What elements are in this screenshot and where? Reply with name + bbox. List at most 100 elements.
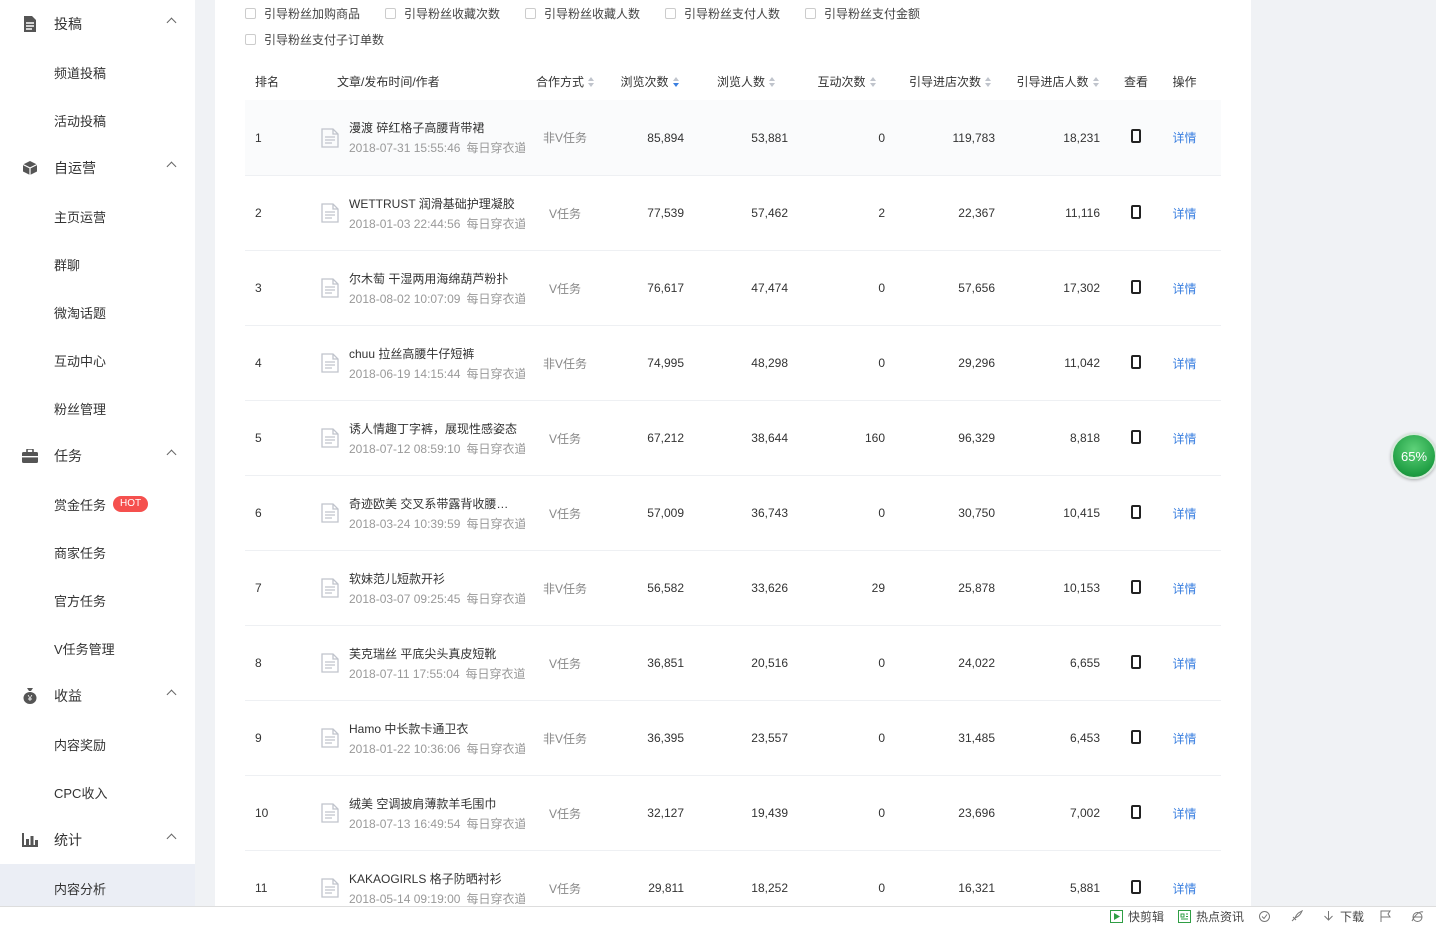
header-store-visitors[interactable]: 引导进店人数 (1005, 73, 1110, 90)
article-title[interactable]: 诱人情趣丁字裤，展现性感姿态 (349, 420, 517, 437)
filter-option[interactable]: 引导粉丝支付人数 (665, 5, 805, 22)
filter-option[interactable]: 引导粉丝收藏人数 (525, 5, 665, 22)
detail-link[interactable]: 详情 (1172, 807, 1196, 821)
article-cell[interactable]: 诱人情趣丁字裤，展现性感姿态 2018-07-12 08:59:10 每日穿衣道 (299, 420, 525, 457)
sidebar-group[interactable]: ¥ 收益 (0, 672, 195, 720)
sidebar-item[interactable]: 官方任务 (0, 576, 195, 624)
detail-link[interactable]: 详情 (1172, 131, 1196, 145)
checkbox[interactable] (245, 33, 256, 45)
article-cell[interactable]: chuu 拉丝高腰牛仔短裤 2018-06-19 14:15:44 每日穿衣道 (299, 345, 525, 382)
article-cell[interactable]: Hamo 中长款卡通卫衣 2018-01-22 10:36:06 每日穿衣道 (299, 720, 525, 757)
sort-desc-icon[interactable] (672, 77, 679, 88)
article-cell[interactable]: 软妹范儿短款开衫 2018-03-07 09:25:45 每日穿衣道 (299, 570, 525, 607)
sidebar-item[interactable]: CPC收入 (0, 768, 195, 816)
article-cell[interactable]: 尔木萄 干湿两用海绵葫芦粉扑 2018-08-02 10:07:09 每日穿衣道 (299, 270, 525, 307)
chevron-up-icon[interactable] (166, 833, 177, 844)
statusbar-item[interactable] (1410, 910, 1428, 924)
header-views[interactable]: 浏览次数 (605, 73, 694, 90)
sidebar-item[interactable]: 微淘话题 (0, 288, 195, 336)
statusbar-item[interactable] (1290, 910, 1308, 924)
sidebar-group[interactable]: 自运营 (0, 144, 195, 192)
sidebar-item[interactable]: 内容分析 (0, 864, 195, 912)
article-cell[interactable]: WETTRUST 润滑基础护理凝胶 2018-01-03 22:44:56 每日穿衣… (299, 195, 525, 232)
statusbar-item[interactable]: 热点资讯 (1178, 908, 1244, 925)
sort-icon[interactable] (985, 77, 991, 88)
detail-link[interactable]: 详情 (1172, 357, 1196, 371)
sidebar-item[interactable]: 内容奖励 (0, 720, 195, 768)
checkbox[interactable] (385, 7, 396, 19)
checkbox[interactable] (525, 7, 536, 19)
statusbar-item[interactable]: 下载 (1322, 908, 1364, 925)
sidebar-item[interactable]: 商家任务 (0, 528, 195, 576)
chevron-up-icon[interactable] (166, 689, 177, 700)
checkbox[interactable] (665, 7, 676, 19)
article-title[interactable]: 绒美 空调披肩薄款羊毛围巾 (349, 795, 517, 812)
mobile-preview-icon[interactable] (1131, 354, 1141, 369)
sidebar-item[interactable]: 活动投稿 (0, 96, 195, 144)
mobile-preview-icon[interactable] (1131, 129, 1141, 143)
filter-option[interactable]: 引导粉丝支付子订单数 (245, 31, 385, 48)
sidebar-group[interactable]: 投稿 (0, 0, 195, 48)
filter-option[interactable]: 引导粉丝支付金额 (805, 5, 945, 22)
statusbar-item[interactable]: 快剪辑 (1110, 908, 1164, 925)
header-coop[interactable]: 合作方式 (525, 73, 605, 90)
article-title[interactable]: WETTRUST 润滑基础护理凝胶 (349, 195, 517, 212)
article-cell[interactable]: 漫渡 碎红格子高腰背带裙 2018-07-31 15:55:46 每日穿衣道 (299, 119, 525, 156)
article-cell[interactable]: 奇迹欧美 交叉系带露背收腰吊... 2018-03-24 10:39:59 每日穿衣… (299, 495, 525, 532)
detail-link[interactable]: 详情 (1172, 432, 1196, 446)
sidebar-item[interactable]: V任务管理 (0, 624, 195, 672)
detail-link[interactable]: 详情 (1172, 882, 1196, 896)
sidebar-item[interactable]: 群聊 (0, 240, 195, 288)
sidebar-item[interactable]: 粉丝管理 (0, 384, 195, 432)
article-title[interactable]: chuu 拉丝高腰牛仔短裤 (349, 345, 517, 362)
sidebar-group[interactable]: 任务 (0, 432, 195, 480)
sort-icon[interactable] (869, 77, 876, 88)
article-title[interactable]: 奇迹欧美 交叉系带露背收腰吊... (349, 495, 517, 512)
sort-icon[interactable] (588, 77, 594, 88)
sidebar-item[interactable]: 频道投稿 (0, 48, 195, 96)
checkbox[interactable] (245, 7, 256, 19)
mobile-preview-icon[interactable] (1131, 804, 1141, 819)
sidebar-item[interactable]: 互动中心 (0, 336, 195, 384)
article-title[interactable]: Hamo 中长款卡通卫衣 (349, 720, 517, 737)
sidebar-item[interactable]: 主页运营 (0, 192, 195, 240)
article-title[interactable]: 漫渡 碎红格子高腰背带裙 (349, 119, 517, 136)
article-cell[interactable]: KAKAOGIRLS 格子防晒衬衫 2018-05-14 09:19:00 每日穿衣… (299, 870, 525, 907)
mobile-preview-icon[interactable] (1131, 429, 1141, 444)
article-cell[interactable]: 芙克瑞丝 平底尖头真皮短靴 2018-07-11 17:55:04 每日穿衣道 (299, 645, 525, 682)
sort-icon[interactable] (1092, 77, 1099, 88)
detail-link[interactable]: 详情 (1172, 507, 1196, 521)
article-title[interactable]: 芙克瑞丝 平底尖头真皮短靴 (349, 645, 517, 662)
chevron-up-icon[interactable] (166, 449, 177, 460)
progress-badge[interactable]: 65% (1391, 433, 1436, 479)
detail-link[interactable]: 详情 (1172, 282, 1196, 296)
checkbox[interactable] (805, 7, 816, 19)
mobile-preview-icon[interactable] (1131, 879, 1141, 894)
detail-link[interactable]: 详情 (1172, 657, 1196, 671)
sort-icon[interactable] (769, 77, 775, 88)
mobile-preview-icon[interactable] (1131, 279, 1141, 294)
mobile-preview-icon[interactable] (1131, 579, 1141, 594)
article-title[interactable]: KAKAOGIRLS 格子防晒衬衫 (349, 870, 517, 887)
header-interactions[interactable]: 互动次数 (798, 73, 895, 90)
sidebar-item[interactable]: 赏金任务 HOT (0, 480, 195, 528)
mobile-preview-icon[interactable] (1131, 654, 1141, 669)
statusbar-item[interactable] (1258, 910, 1276, 924)
header-store-visits[interactable]: 引导进店次数 (895, 73, 1005, 90)
chevron-up-icon[interactable] (166, 17, 177, 28)
chevron-up-icon[interactable] (166, 161, 177, 172)
mobile-preview-icon[interactable] (1131, 204, 1141, 219)
header-viewers[interactable]: 浏览人数 (694, 73, 798, 90)
detail-link[interactable]: 详情 (1172, 207, 1196, 221)
mobile-preview-icon[interactable] (1131, 729, 1141, 744)
detail-link[interactable]: 详情 (1172, 732, 1196, 746)
article-title[interactable]: 尔木萄 干湿两用海绵葫芦粉扑 (349, 270, 517, 287)
article-title[interactable]: 软妹范儿短款开衫 (349, 570, 517, 587)
sidebar-group[interactable]: 统计 (0, 816, 195, 864)
article-cell[interactable]: 绒美 空调披肩薄款羊毛围巾 2018-07-13 16:49:54 每日穿衣道 (299, 795, 525, 832)
statusbar-item[interactable] (1378, 910, 1396, 924)
mobile-preview-icon[interactable] (1131, 504, 1141, 519)
filter-option[interactable]: 引导粉丝收藏次数 (385, 5, 525, 22)
detail-link[interactable]: 详情 (1172, 582, 1196, 596)
filter-option[interactable]: 引导粉丝加购商品 (245, 5, 385, 22)
